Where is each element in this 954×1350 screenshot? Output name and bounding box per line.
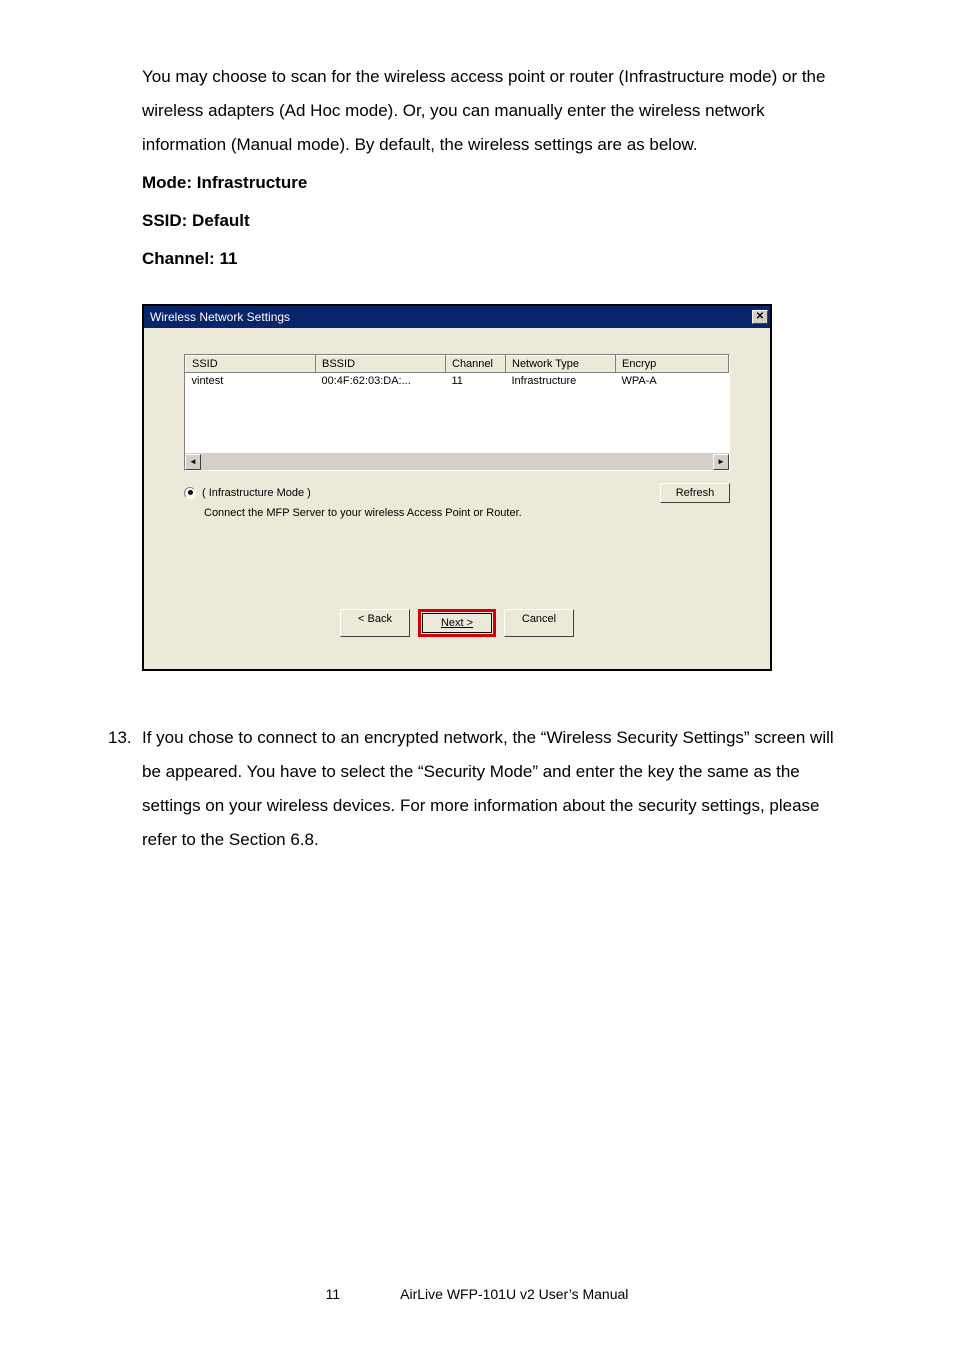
col-encryp[interactable]: Encryp bbox=[616, 356, 729, 373]
channel-line: Channel: 11 bbox=[142, 242, 846, 276]
step-number: 13. bbox=[108, 721, 142, 857]
table-row bbox=[186, 437, 729, 453]
col-ssid[interactable]: SSID bbox=[186, 356, 316, 373]
product-name: AirLive WFP-101U v2 User’s Manual bbox=[400, 1286, 628, 1302]
dialog-titlebar: Wireless Network Settings ✕ bbox=[144, 306, 770, 328]
cell-bssid: 00:4F:62:03:DA:... bbox=[316, 373, 446, 389]
cell-encryp: WPA-A bbox=[616, 373, 729, 389]
networks-table-container: SSID BSSID Channel Network Type Encryp v… bbox=[184, 354, 730, 471]
cell-type: Infrastructure bbox=[506, 373, 616, 389]
col-bssid[interactable]: BSSID bbox=[316, 356, 446, 373]
next-button[interactable]: Next > bbox=[422, 613, 492, 633]
networks-table[interactable]: SSID BSSID Channel Network Type Encryp v… bbox=[185, 355, 729, 453]
scroll-right-icon[interactable]: ► bbox=[713, 454, 729, 470]
page-number: 11 bbox=[326, 1286, 341, 1302]
col-type[interactable]: Network Type bbox=[506, 356, 616, 373]
next-button-highlight: Next > bbox=[418, 609, 496, 637]
table-row bbox=[186, 421, 729, 437]
mode-description: Connect the MFP Server to your wireless … bbox=[204, 507, 730, 519]
dialog-title: Wireless Network Settings bbox=[150, 310, 752, 324]
scroll-left-icon[interactable]: ◄ bbox=[185, 454, 201, 470]
table-row bbox=[186, 389, 729, 405]
radio-icon bbox=[184, 487, 196, 499]
cancel-button[interactable]: Cancel bbox=[504, 609, 574, 637]
radio-label: ( Infrastructure Mode ) bbox=[202, 487, 311, 499]
refresh-button[interactable]: Refresh bbox=[660, 483, 730, 503]
ssid-line: SSID: Default bbox=[142, 204, 846, 238]
infrastructure-mode-radio[interactable]: ( Infrastructure Mode ) bbox=[184, 487, 311, 499]
cell-channel: 11 bbox=[446, 373, 506, 389]
col-channel[interactable]: Channel bbox=[446, 356, 506, 373]
table-row bbox=[186, 405, 729, 421]
table-row[interactable]: vintest 00:4F:62:03:DA:... 11 Infrastruc… bbox=[186, 373, 729, 389]
wireless-settings-dialog: Wireless Network Settings ✕ SSID BSSID C… bbox=[142, 304, 772, 671]
page-footer: 11 AirLive WFP-101U v2 User’s Manual bbox=[0, 1286, 954, 1302]
mode-line: Mode: Infrastructure bbox=[142, 166, 846, 200]
step-text: If you chose to connect to an encrypted … bbox=[142, 721, 846, 857]
scroll-track[interactable] bbox=[201, 454, 713, 470]
horizontal-scrollbar[interactable]: ◄ ► bbox=[185, 453, 729, 470]
cell-ssid: vintest bbox=[186, 373, 316, 389]
close-icon[interactable]: ✕ bbox=[752, 310, 768, 324]
intro-paragraph: You may choose to scan for the wireless … bbox=[142, 60, 846, 162]
back-button[interactable]: < Back bbox=[340, 609, 410, 637]
